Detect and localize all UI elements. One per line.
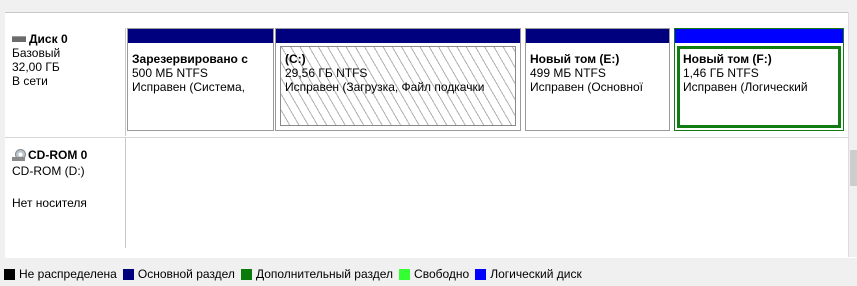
disk-0-separator [125, 28, 126, 136]
legend-swatch [240, 268, 252, 280]
partition-reserved[interactable]: Зарезервировано с 500 МБ NTFS Исправен (… [127, 28, 274, 131]
cd-rom-icon [12, 148, 26, 162]
cdrom-0-name-row: CD-ROM 0 [12, 147, 87, 163]
partition-type-bar [276, 29, 520, 43]
partition-label: Новый том (E:) [530, 52, 620, 66]
row-divider [5, 137, 848, 138]
legend-item-logical: Логический диск [475, 267, 582, 281]
legend-label: Не распределена [19, 267, 117, 281]
legend-item-extended: Дополнительный раздел [240, 267, 394, 281]
cdrom-0-status: Нет носителя [12, 196, 87, 210]
partition-e-text: Новый том (E:) 499 МБ NTFS Исправен (Осн… [530, 52, 669, 94]
legend-label: Дополнительный раздел [255, 267, 394, 281]
scrollbar-thumb[interactable] [850, 150, 857, 186]
partition-label: Зарезервировано с [132, 52, 248, 66]
disk-0-info[interactable]: Диск 0 Базовый 32,00 ГБ В сети [12, 32, 68, 88]
partition-c[interactable]: (C:) 29,56 ГБ NTFS Исправен (Загрузка, Ф… [275, 28, 521, 131]
legend-swatch [122, 268, 134, 280]
legend-swatch [4, 268, 15, 280]
legend-label: Свободно [414, 267, 470, 281]
partition-e[interactable]: Новый том (E:) 499 МБ NTFS Исправен (Осн… [525, 28, 670, 131]
disk-0-name-row: Диск 0 [12, 32, 68, 46]
disk-0-name: Диск 0 [29, 32, 68, 46]
partition-status: Исправен (Система, [132, 80, 246, 94]
legend: Не распределена Основной раздел Дополнит… [4, 266, 588, 282]
partition-reserved-text: Зарезервировано с 500 МБ NTFS Исправен (… [132, 52, 273, 94]
disk-0-status: В сети [12, 74, 48, 88]
hard-disk-icon [12, 36, 26, 42]
cdrom-0-separator[interactable] [125, 138, 126, 248]
partition-status: Исправен (Основної [530, 80, 643, 94]
partition-label: Новый том (F:) [683, 52, 772, 66]
partition-f[interactable]: Новый том (F:) 1,46 ГБ NTFS Исправен (Ло… [674, 28, 844, 131]
cdrom-0-name: CD-ROM 0 [28, 148, 88, 162]
partition-type-bar [128, 29, 273, 43]
legend-item-unallocated: Не распределена [4, 267, 117, 281]
partition-size: 500 МБ NTFS [132, 66, 208, 80]
partition-label: (C:) [285, 52, 306, 66]
legend-label: Основной раздел [137, 267, 235, 281]
vertical-scrollbar[interactable] [848, 12, 857, 257]
cdrom-0-type: CD-ROM (D:) [12, 164, 85, 178]
disk-0-type: Базовый [12, 46, 61, 60]
partition-status: Исправен (Загрузка, Файл подкачки [285, 80, 485, 94]
partition-size: 29,56 ГБ NTFS [285, 66, 368, 80]
partition-size: 499 МБ NTFS [530, 66, 606, 80]
partition-c-text: (C:) 29,56 ГБ NTFS Исправен (Загрузка, Ф… [285, 52, 516, 94]
legend-item-free: Свободно [399, 267, 469, 281]
partition-type-bar [675, 29, 843, 43]
partition-type-bar [526, 29, 669, 43]
disk-0-size: 32,00 ГБ [12, 60, 60, 74]
partition-f-text: Новый том (F:) 1,46 ГБ NTFS Исправен (Ло… [683, 52, 843, 94]
legend-swatch [399, 268, 411, 280]
cdrom-0-info[interactable]: CD-ROM 0 CD-ROM (D:) Нет носителя [12, 147, 87, 211]
partition-size: 1,46 ГБ NTFS [683, 66, 759, 80]
partition-status: Исправен (Логический [683, 80, 808, 94]
legend-swatch [475, 268, 487, 280]
legend-label: Логический диск [490, 267, 582, 281]
legend-item-primary: Основной раздел [122, 267, 235, 281]
